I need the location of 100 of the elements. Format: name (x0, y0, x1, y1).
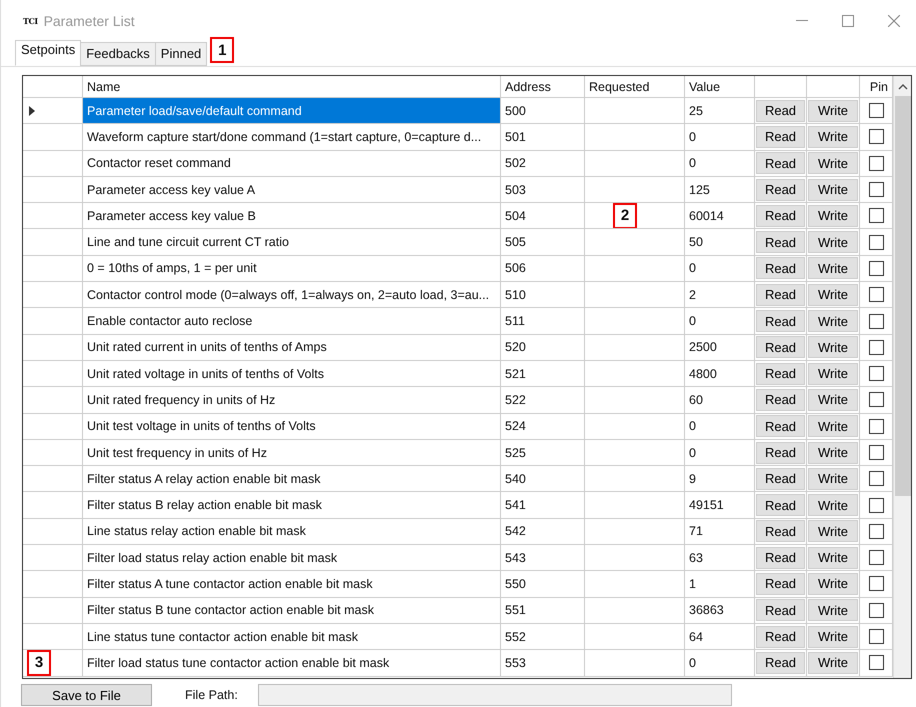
write-button[interactable]: Write (808, 204, 858, 227)
write-button[interactable]: Write (808, 100, 858, 122)
table-cell: 520 (501, 334, 585, 361)
read-button[interactable]: Read (756, 284, 805, 306)
read-button[interactable]: Read (756, 442, 805, 464)
minimize-icon[interactable] (796, 20, 808, 22)
write-button[interactable]: Write (808, 152, 858, 174)
read-button[interactable]: Read (756, 152, 805, 174)
pin-checkbox[interactable] (868, 314, 884, 329)
write-button[interactable]: Write (808, 231, 858, 254)
scroll-thumb[interactable] (894, 96, 910, 496)
write-button[interactable]: Write (808, 546, 858, 569)
file-path-field[interactable] (258, 684, 732, 706)
write-button[interactable]: Write (808, 336, 858, 358)
write-button[interactable]: Write (808, 126, 858, 148)
write-button[interactable]: Write (808, 468, 858, 490)
write-button[interactable]: Write (808, 178, 858, 201)
write-button[interactable]: Write (808, 415, 858, 438)
table-cell: Unit rated current in units of tenths of Amps (83, 334, 501, 361)
read-button[interactable]: Read (756, 336, 805, 358)
pin-checkbox[interactable] (868, 471, 884, 486)
table-cell: 2 (685, 282, 755, 308)
read-button[interactable]: Read (756, 310, 805, 332)
read-button[interactable]: Read (756, 652, 805, 674)
write-button[interactable]: Write (808, 652, 858, 674)
table-cell: 71 (685, 518, 755, 546)
table-cell: 506 (501, 256, 585, 282)
callout-number: 3 (27, 650, 51, 676)
pin-checkbox[interactable] (868, 156, 884, 171)
read-button[interactable]: Read (756, 362, 805, 385)
pin-checkbox[interactable] (868, 392, 884, 408)
read-button[interactable]: Read (756, 626, 805, 648)
read-button[interactable]: Read (756, 468, 805, 490)
table-cell: Contactor control mode (0=always off, 1=always on, 2=auto load, 3=au... (83, 282, 501, 308)
header-cell (23, 76, 83, 98)
pin-checkbox[interactable] (868, 445, 884, 460)
write-button[interactable]: Write (808, 442, 858, 464)
pin-checkbox[interactable] (868, 576, 884, 592)
read-button[interactable]: Read (756, 599, 805, 622)
scrollbar[interactable] (893, 76, 911, 678)
write-button[interactable]: Write (808, 494, 858, 516)
table-cell: 542 (501, 518, 585, 546)
write-button[interactable]: Write (808, 257, 858, 280)
pin-checkbox[interactable] (868, 287, 884, 302)
tab[interactable]: Feedbacks (80, 42, 156, 66)
read-button[interactable]: Read (756, 415, 805, 438)
table-cell: Filter load status tune contactor action enable bit mask (83, 650, 501, 677)
pin-checkbox[interactable] (868, 260, 884, 276)
table-cell: 0 (685, 650, 755, 677)
table-cell: 552 (501, 624, 585, 650)
table-cell: Filter load status relay action enable bit mask (83, 545, 501, 572)
tab[interactable]: Setpoints (15, 40, 82, 66)
read-button[interactable]: Read (756, 204, 805, 227)
maximize-icon[interactable] (842, 15, 854, 27)
save-button[interactable]: Save to File (21, 684, 152, 706)
close-icon[interactable] (888, 15, 900, 27)
write-button[interactable]: Write (808, 599, 858, 622)
write-button[interactable]: Write (808, 284, 858, 306)
table-cell: 0 (685, 414, 755, 440)
pin-checkbox[interactable] (868, 366, 884, 382)
write-button[interactable]: Write (808, 310, 858, 332)
read-button[interactable]: Read (756, 178, 805, 201)
pin-checkbox[interactable] (868, 182, 884, 198)
read-button[interactable]: Read (756, 546, 805, 569)
pin-checkbox[interactable] (868, 234, 884, 250)
pin-checkbox[interactable] (868, 550, 884, 566)
table-cell: 0 (685, 124, 755, 151)
read-button[interactable]: Read (756, 388, 805, 411)
pin-checkbox[interactable] (868, 498, 884, 513)
table-cell: Unit test frequency in units of Hz (83, 440, 501, 466)
pin-checkbox[interactable] (868, 418, 884, 434)
table-cell: 541 (501, 492, 585, 519)
read-button[interactable]: Read (756, 126, 805, 148)
pin-checkbox[interactable] (868, 602, 884, 618)
callout-number: 2 (613, 203, 637, 228)
read-button[interactable]: Read (756, 572, 805, 595)
pin-checkbox[interactable] (868, 340, 884, 355)
scroll-up-icon[interactable] (898, 84, 908, 90)
write-button[interactable]: Write (808, 626, 858, 648)
pin-checkbox[interactable] (868, 629, 884, 644)
write-button[interactable]: Write (808, 520, 858, 542)
pin-checkbox[interactable] (868, 129, 884, 144)
table-cell: 60014 (685, 203, 755, 230)
pin-checkbox[interactable] (868, 208, 884, 224)
table-cell: 504 (501, 203, 585, 230)
read-button[interactable]: Read (756, 231, 805, 254)
pin-checkbox[interactable] (868, 524, 884, 539)
tab[interactable]: Pinned (154, 42, 208, 66)
read-button[interactable]: Read (756, 257, 805, 280)
table-cell: 503 (501, 176, 585, 204)
write-button[interactable]: Write (808, 362, 858, 385)
read-button[interactable]: Read (756, 520, 805, 542)
read-button[interactable]: Read (756, 494, 805, 516)
pin-checkbox[interactable] (868, 103, 884, 118)
write-button[interactable]: Write (808, 572, 858, 595)
read-button[interactable]: Read (756, 100, 805, 122)
write-button[interactable]: Write (808, 388, 858, 411)
pin-checkbox[interactable] (868, 655, 884, 670)
row-header[interactable]: 3 (23, 650, 83, 677)
table-cell: 9 (685, 466, 755, 492)
